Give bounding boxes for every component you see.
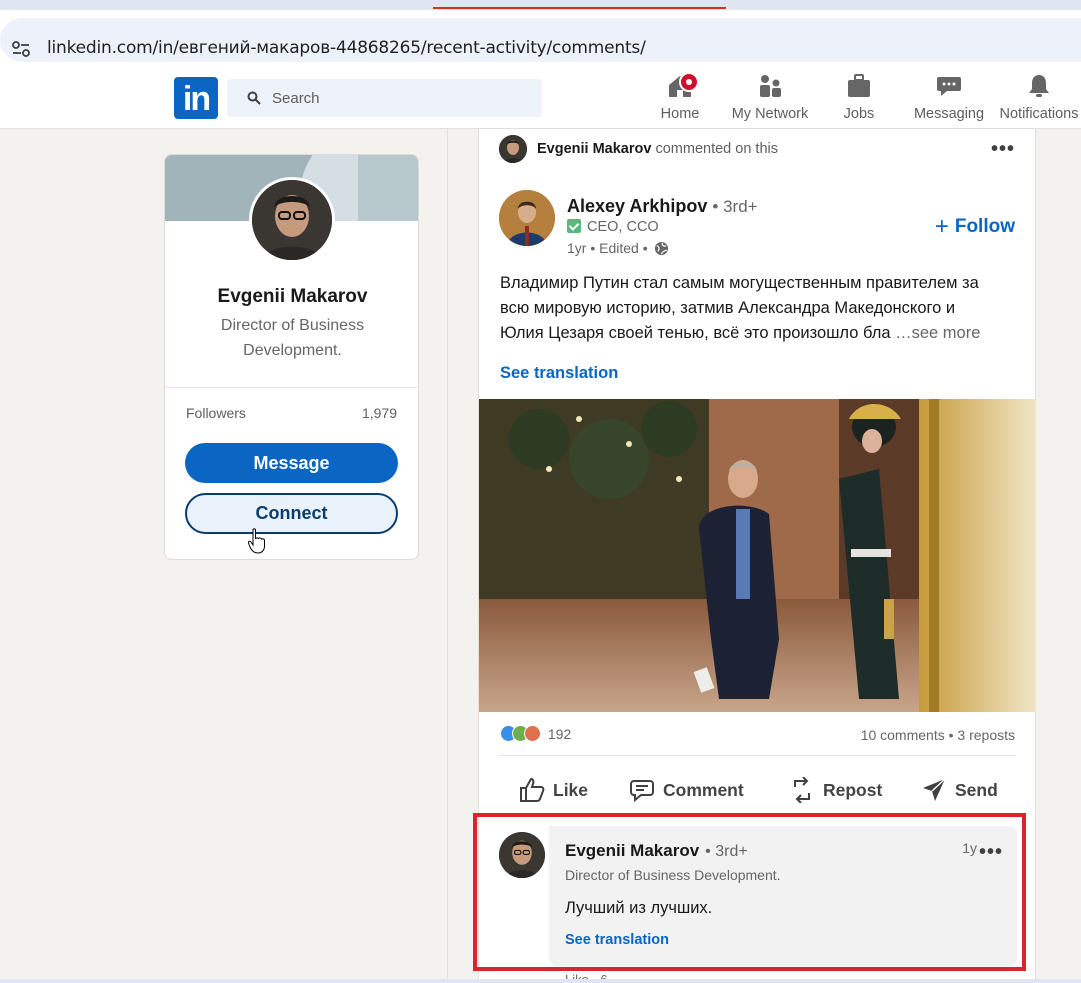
post-body-line-text: Юлия Цезаря своей тенью, всё это произош… [500, 324, 891, 342]
nav-label-jobs: Jobs [843, 106, 875, 122]
profile-headline: Director of Business Development. [220, 317, 365, 359]
url-text[interactable]: linkedin.com/in/евгений-макаров-44868265… [47, 38, 646, 58]
post-author-title: CEO, CCO [567, 219, 659, 235]
activity-action: commented on this [655, 141, 778, 157]
comment-label: Comment [663, 780, 744, 800]
see-more-link[interactable]: …see more [895, 324, 980, 342]
notification-badge [679, 72, 699, 92]
search-placeholder: Search [272, 90, 320, 107]
see-translation-link[interactable]: See translation [500, 364, 618, 383]
post-body-line: всю мировую историю, затмив Александра М… [500, 299, 956, 317]
followers-label: Followers [186, 405, 246, 421]
reactions-summary[interactable]: 192 [500, 725, 571, 743]
send-icon [923, 778, 946, 801]
activity-actor[interactable]: Evgenii Makarov [537, 141, 651, 157]
reaction-icons [500, 725, 544, 743]
search-icon [247, 91, 261, 105]
messaging-icon [937, 77, 961, 96]
nav-notifications[interactable]: Notifications [997, 72, 1081, 126]
briefcase-icon [848, 74, 870, 97]
profile-avatar[interactable] [249, 177, 335, 263]
like-label: Like [553, 780, 589, 800]
post-body-line: Владимир Путин стал самым могущественным… [500, 274, 979, 292]
highlight-annotation-box [473, 813, 1026, 971]
hand-pointer-cursor-icon [248, 528, 265, 554]
nav-messaging[interactable]: Messaging [910, 72, 988, 126]
repost-label: Repost [823, 780, 883, 800]
globe-icon [654, 241, 668, 256]
linkedin-navbar: in Search Home My Network Jobs Messaging… [0, 68, 1081, 129]
person-photo [499, 135, 527, 163]
send-button[interactable]: Send [921, 777, 998, 803]
divider [165, 387, 418, 388]
profile-name[interactable]: Evgenii Makarov [165, 286, 418, 308]
post-author-name[interactable]: Alexey Arkhipov • 3rd+ [567, 196, 758, 217]
nav-label-messaging: Messaging [913, 106, 985, 122]
love-reaction-icon [524, 725, 541, 742]
like-button[interactable]: Like [519, 777, 588, 803]
comment-button[interactable]: Comment [629, 777, 744, 803]
connect-button[interactable]: Connect [185, 493, 398, 534]
person-photo [499, 190, 555, 246]
address-pill[interactable]: linkedin.com/in/евгений-макаров-44868265… [0, 18, 1081, 62]
author-name-text[interactable]: Alexey Arkhipov [567, 196, 707, 216]
comments-reposts-count[interactable]: 10 comments • 3 reposts [861, 727, 1015, 743]
person-photo [252, 180, 332, 260]
verified-badge-icon [567, 219, 581, 233]
banner-decoration-stripe [358, 155, 418, 221]
bell-icon [1029, 75, 1049, 97]
linkedin-logo[interactable]: in [174, 77, 218, 119]
site-settings-icon[interactable] [10, 38, 32, 60]
thumbs-up-icon [520, 777, 545, 802]
author-title-text: CEO, CCO [587, 219, 659, 235]
plus-icon: + [934, 213, 949, 240]
nav-label-home: Home [660, 106, 700, 122]
browser-address-bar: linkedin.com/in/евгений-макаров-44868265… [0, 10, 1081, 68]
author-avatar[interactable] [499, 190, 555, 246]
send-label: Send [955, 780, 998, 800]
post-body-line: Юлия Цезаря своей тенью, всё это произош… [500, 321, 1015, 346]
nav-jobs[interactable]: Jobs [834, 72, 884, 126]
repost-icon [794, 776, 810, 804]
post-image[interactable] [479, 399, 1036, 712]
follow-button[interactable]: + Follow [935, 213, 1015, 241]
post-more-options-icon[interactable]: ••• [991, 139, 1015, 159]
nav-label-notifications: Notifications [999, 106, 1079, 122]
network-icon [760, 75, 781, 97]
followers-count: 1,979 [361, 405, 397, 421]
nav-my-network[interactable]: My Network [725, 72, 815, 126]
profile-card: Evgenii Makarov Director of Business Dev… [164, 154, 419, 560]
follow-label: Follow [954, 216, 1015, 237]
activity-text: Evgenii Makarov commented on this [537, 141, 778, 157]
nav-home[interactable]: Home [655, 72, 705, 126]
message-button[interactable]: Message [185, 443, 398, 483]
search-input[interactable]: Search [227, 79, 542, 117]
reaction-count: 192 [547, 726, 572, 742]
author-degree: • 3rd+ [712, 197, 758, 216]
post-meta-text: 1yr • Edited • [567, 240, 648, 256]
divider [499, 755, 1016, 756]
repost-button[interactable]: Repost [789, 776, 883, 804]
feed-border [447, 129, 448, 983]
actor-avatar[interactable] [499, 135, 527, 163]
nav-label-my-network: My Network [731, 106, 809, 122]
browser-bottom-edge [0, 979, 1081, 983]
post-meta: 1yr • Edited • [567, 240, 669, 256]
active-tab-indicator [433, 7, 726, 9]
post-photo [479, 399, 1036, 712]
post-body: Владимир Путин стал самым могущественным… [500, 271, 1015, 346]
comment-icon [630, 780, 654, 803]
